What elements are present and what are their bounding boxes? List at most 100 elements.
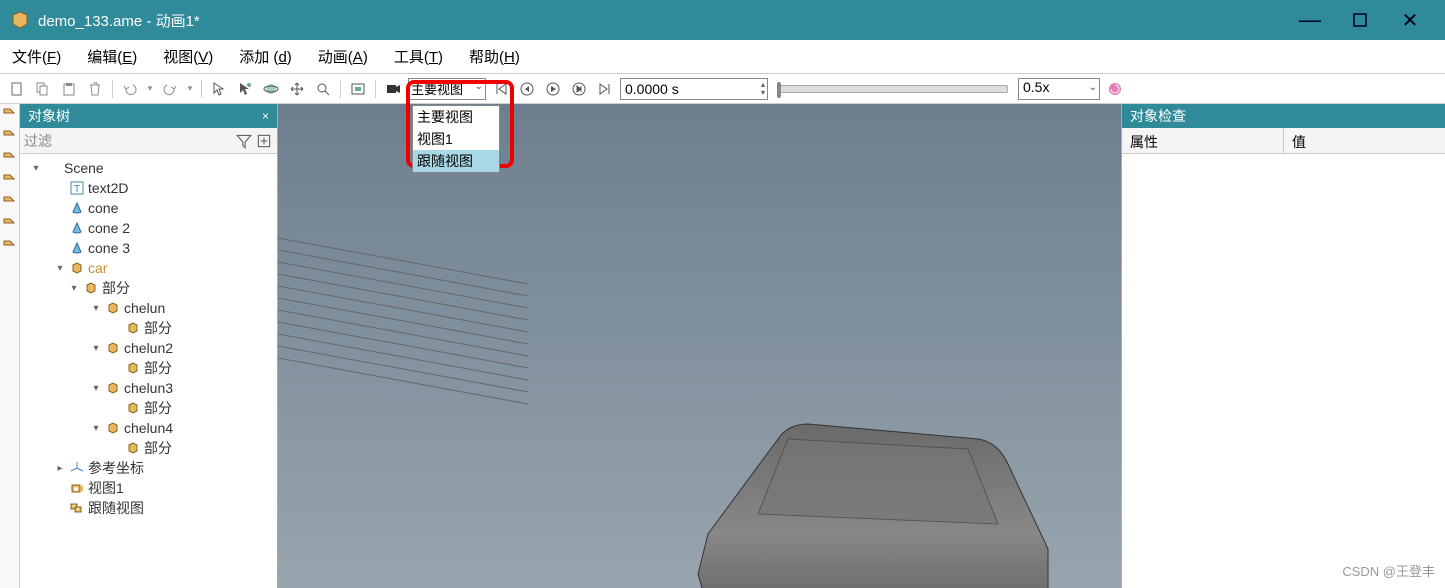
frame-button[interactable]	[347, 78, 369, 100]
col-value[interactable]: 值	[1284, 128, 1445, 153]
scene-icon	[45, 160, 61, 176]
minimize-button[interactable]: —	[1285, 0, 1335, 40]
col-property[interactable]: 属性	[1122, 128, 1284, 153]
car-model	[648, 394, 1121, 588]
camera-icon	[69, 480, 85, 496]
menu-file[interactable]: 文件(F)	[8, 44, 65, 69]
strip-btn-2[interactable]	[2, 128, 18, 144]
copy-button[interactable]	[32, 78, 54, 100]
record-button[interactable]	[382, 78, 404, 100]
zoom-button[interactable]	[312, 78, 334, 100]
tree-toggle[interactable]: ▾	[30, 163, 42, 174]
strip-btn-3[interactable]	[2, 150, 18, 166]
window-controls: — ✕	[1285, 0, 1435, 40]
delete-button[interactable]	[84, 78, 106, 100]
undo-button[interactable]	[119, 78, 141, 100]
view-dropdown-popup: 主要视图视图1跟随视图	[412, 105, 500, 173]
tree-row[interactable]: ▾chelun4	[24, 418, 273, 438]
tree-row[interactable]: ▸参考坐标	[24, 458, 273, 478]
tree-row[interactable]: Ttext2D	[24, 178, 273, 198]
chevron-down-icon: ⌄	[1089, 82, 1097, 93]
svg-text:T: T	[74, 184, 80, 195]
time-slider[interactable]	[778, 85, 1008, 93]
redo-button[interactable]	[159, 78, 181, 100]
view-select[interactable]: 主要视图 ⌄	[408, 78, 486, 100]
time-value: 0.0000 s	[625, 81, 679, 97]
tree-toggle[interactable]: ▸	[54, 463, 66, 474]
tree-row[interactable]: 部分	[24, 398, 273, 418]
tree-row[interactable]: 部分	[24, 358, 273, 378]
tree-row[interactable]: cone	[24, 198, 273, 218]
play-first-button[interactable]	[490, 78, 512, 100]
strip-btn-6[interactable]	[2, 216, 18, 232]
menu-help[interactable]: 帮助(H)	[465, 44, 524, 69]
group-icon	[105, 420, 121, 436]
tree-toggle[interactable]: ▾	[90, 423, 102, 434]
close-button[interactable]: ✕	[1385, 0, 1435, 40]
tree-body[interactable]: ▾SceneTtext2Dconecone 2cone 3▾car▾部分▾che…	[20, 154, 277, 588]
spinner-icon[interactable]: ▴▾	[761, 81, 765, 97]
paste-button[interactable]	[58, 78, 80, 100]
select-button[interactable]	[208, 78, 230, 100]
redo-dropdown[interactable]: ▾	[185, 78, 195, 100]
group-icon	[105, 380, 121, 396]
menu-animation[interactable]: 动画(A)	[314, 44, 372, 69]
loop-button[interactable]	[1104, 78, 1126, 100]
new-button[interactable]	[6, 78, 28, 100]
tree-row[interactable]: 跟随视图	[24, 498, 273, 518]
strip-btn-7[interactable]	[2, 238, 18, 254]
tree-row[interactable]: ▾car	[24, 258, 273, 278]
speed-select[interactable]: 0.5x ⌄	[1018, 78, 1100, 100]
pan-button[interactable]	[286, 78, 308, 100]
tree-toggle[interactable]: ▾	[90, 303, 102, 314]
tree-panel-close[interactable]: ×	[262, 109, 269, 123]
tree-row[interactable]: 部分	[24, 318, 273, 338]
separator	[375, 80, 376, 98]
time-input[interactable]: 0.0000 s ▴▾	[620, 78, 768, 100]
strip-btn-1[interactable]	[2, 106, 18, 122]
orbit-button[interactable]	[260, 78, 282, 100]
cone-icon	[69, 220, 85, 236]
strip-btn-5[interactable]	[2, 194, 18, 210]
tree-node-label: 部分	[144, 318, 172, 338]
tree-row[interactable]: 部分	[24, 438, 273, 458]
window-title: demo_133.ame - 动画1*	[38, 10, 1285, 31]
menu-tools[interactable]: 工具(T)	[390, 44, 447, 69]
tree-toggle[interactable]: ▾	[90, 343, 102, 354]
menu-add[interactable]: 添加 (d)	[235, 44, 296, 69]
play-last-button[interactable]	[594, 78, 616, 100]
camera2-icon	[69, 500, 85, 516]
tree-toggle[interactable]: ▾	[90, 383, 102, 394]
tree-row[interactable]: ▾chelun	[24, 298, 273, 318]
menu-view[interactable]: 视图(V)	[159, 44, 217, 69]
guide-lines	[278, 214, 548, 514]
play-button[interactable]	[542, 78, 564, 100]
viewport-3d[interactable]	[278, 104, 1121, 588]
dropdown-item[interactable]: 主要视图	[413, 106, 499, 128]
filter-icon[interactable]	[235, 132, 253, 150]
group-icon	[125, 400, 141, 416]
dropdown-item[interactable]: 跟随视图	[413, 150, 499, 172]
main-layout: 对象树 × 过滤 ▾SceneTtext2Dconecone 2cone 3▾c…	[0, 104, 1445, 588]
group-icon	[69, 260, 85, 276]
menu-edit[interactable]: 编辑(E)	[83, 44, 141, 69]
filter-label[interactable]: 过滤	[24, 131, 233, 151]
undo-dropdown[interactable]: ▾	[145, 78, 155, 100]
tree-row[interactable]: cone 3	[24, 238, 273, 258]
tree-row[interactable]: ▾Scene	[24, 158, 273, 178]
play-next-button[interactable]	[568, 78, 590, 100]
tree-row[interactable]: ▾chelun2	[24, 338, 273, 358]
tree-toggle[interactable]: ▾	[54, 263, 66, 274]
dropdown-item[interactable]: 视图1	[413, 128, 499, 150]
inspector-panel: 对象检查 属性 值	[1121, 104, 1445, 588]
expand-icon[interactable]	[255, 132, 273, 150]
tree-toggle[interactable]: ▾	[68, 283, 80, 294]
maximize-button[interactable]	[1335, 0, 1385, 40]
tree-row[interactable]: ▾chelun3	[24, 378, 273, 398]
tree-row[interactable]: 视图1	[24, 478, 273, 498]
tree-row[interactable]: cone 2	[24, 218, 273, 238]
tree-row[interactable]: ▾部分	[24, 278, 273, 298]
pick-button[interactable]	[234, 78, 256, 100]
strip-btn-4[interactable]	[2, 172, 18, 188]
play-prev-button[interactable]	[516, 78, 538, 100]
